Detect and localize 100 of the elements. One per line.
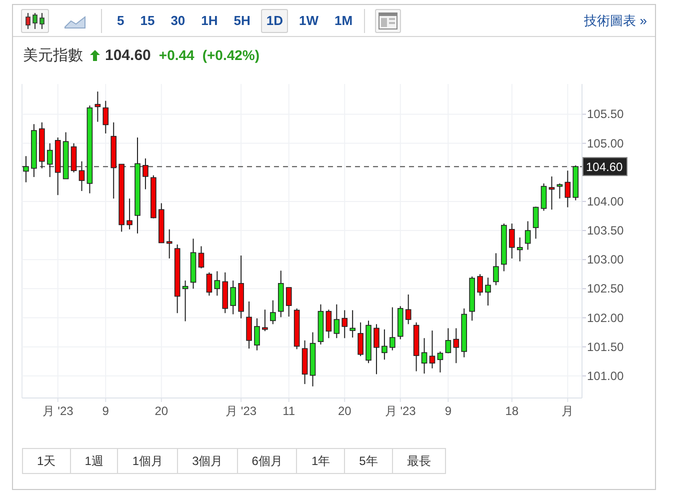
candlestick (524, 220, 531, 250)
range-button[interactable]: 1週 (70, 448, 118, 474)
range-button[interactable]: 1天 (22, 448, 71, 474)
candlestick (23, 156, 29, 183)
ref-line-label: 104.60 (586, 160, 624, 174)
candlestick (142, 158, 148, 190)
candlestick (429, 330, 436, 369)
candlestick (206, 272, 212, 296)
chart-type-button[interactable] (21, 8, 49, 32)
y-axis-label: 104.00 (587, 194, 624, 208)
range-button[interactable]: 1個月 (117, 448, 178, 474)
candlestick (548, 176, 555, 210)
candlestick (70, 142, 77, 173)
price-change: +0.44 (158, 47, 194, 63)
candlestick (182, 280, 188, 322)
candlestick (556, 182, 563, 200)
percent-change: (+0.42%) (202, 47, 260, 63)
x-axis-label: 9 (444, 404, 452, 418)
candlestick (174, 244, 180, 314)
candlestick (413, 322, 420, 372)
x-axis-label: 11 (282, 404, 296, 418)
range-button[interactable]: 1年 (296, 448, 346, 474)
y-axis-label: 101.50 (587, 340, 624, 354)
candlestick (94, 91, 101, 122)
candlestick (501, 223, 507, 272)
candlestick (254, 318, 260, 351)
interval-button[interactable]: 30 (166, 8, 190, 32)
candlestick (302, 340, 308, 385)
candlestick (374, 324, 380, 375)
candlestick (390, 306, 396, 351)
x-axis-label: 月 '23 (226, 404, 257, 418)
candlestick (39, 122, 45, 169)
y-axis-label: 103.00 (587, 252, 624, 267)
candlestick (294, 308, 300, 350)
y-axis-label: 102.00 (587, 310, 624, 325)
x-axis-label: 20 (338, 404, 352, 418)
candlestick (238, 255, 244, 319)
range-button[interactable]: 3個月 (177, 448, 238, 474)
candlestick (350, 310, 356, 338)
x-axis-label: 月 (562, 404, 574, 418)
candlestick (366, 320, 372, 364)
candlestick (421, 338, 428, 374)
candlestick (62, 132, 69, 180)
candlestick (278, 270, 284, 318)
price-tag: 104.60 (582, 157, 628, 176)
candlestick (102, 100, 109, 134)
candlestick (286, 287, 292, 318)
interval-button[interactable]: 5H (228, 8, 256, 32)
candlestick (310, 332, 316, 387)
candlestick (78, 160, 85, 192)
candlestick (262, 309, 268, 332)
interval-button[interactable]: 5 (112, 8, 130, 32)
candlestick (485, 277, 491, 306)
candlestick (509, 223, 515, 259)
candlestick (230, 280, 236, 315)
last-price: 104.60 (105, 46, 151, 64)
candlestick (532, 206, 539, 240)
candlestick (477, 274, 483, 296)
candlestick-icon (24, 12, 46, 30)
y-axis-label: 101.00 (587, 368, 624, 383)
candlestick (572, 164, 579, 201)
candlestick (326, 309, 332, 339)
range-button[interactable]: 最長 (392, 448, 446, 474)
candlestick (150, 174, 156, 219)
candlestick (31, 124, 37, 178)
x-axis-label: 20 (154, 404, 168, 418)
range-button[interactable]: 5年 (344, 448, 393, 474)
candlestick (158, 202, 164, 244)
range-button[interactable]: 6個月 (236, 448, 298, 474)
candlestick (118, 164, 124, 232)
candlestick (126, 198, 132, 230)
window-layout-icon (378, 12, 398, 30)
candlestick (382, 328, 388, 360)
interval-button[interactable]: 1D (261, 8, 288, 32)
candlestick (564, 170, 571, 208)
x-axis-label: 9 (102, 404, 109, 418)
candlestick (198, 246, 204, 269)
interval-button[interactable]: 1H (196, 8, 223, 32)
candlestick (469, 276, 475, 322)
candlestick (358, 322, 364, 357)
y-axis-label: 103.50 (587, 224, 624, 238)
x-axis-label: 月 '23 (42, 404, 74, 418)
interval-button[interactable]: 1M (330, 8, 358, 32)
candlestick (445, 328, 452, 354)
interval-button[interactable]: 15 (135, 8, 160, 32)
candlestick (342, 310, 348, 339)
candlestick (222, 272, 228, 314)
interval-button[interactable]: 1W (294, 8, 324, 32)
technical-chart-link[interactable]: 技術圖表 » (584, 12, 647, 30)
layout-button[interactable] (374, 8, 401, 32)
candlestick (516, 237, 523, 262)
candlestick (461, 308, 467, 358)
candlestick (270, 300, 276, 325)
candlestick (214, 270, 220, 296)
candlestick (318, 304, 324, 345)
candlestick (405, 294, 412, 325)
x-axis-label: 18 (505, 404, 519, 418)
candlestick (540, 182, 547, 212)
candlestick (166, 228, 172, 259)
y-axis-label: 105.00 (587, 136, 624, 150)
